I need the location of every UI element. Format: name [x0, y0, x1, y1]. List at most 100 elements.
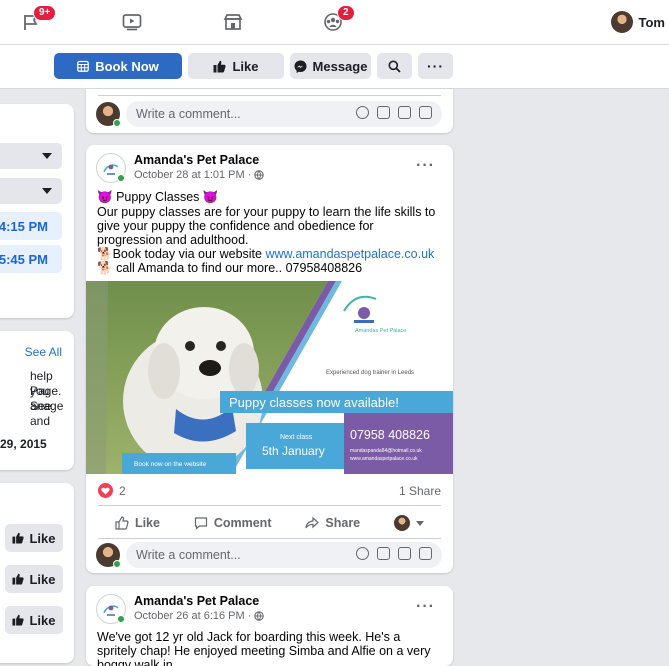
- chevron-down-icon: [42, 188, 52, 194]
- like-page-button[interactable]: Like: [5, 524, 63, 552]
- flyer-phone: 07958 408826: [350, 428, 430, 442]
- service-dropdown[interactable]: [0, 143, 62, 169]
- post-meta: October 26 at 6:16 PM ·: [134, 610, 265, 622]
- about-text-line: anage and: [30, 399, 64, 428]
- booking-sidebar-card: 4:15 PM 5:45 PM: [0, 104, 74, 318]
- post-image[interactable]: Amandas Pet Palace Experienced dog train…: [86, 281, 453, 474]
- divider: [98, 95, 441, 96]
- thumbs-up-outline-icon: [115, 516, 129, 530]
- comment-label: Comment: [213, 516, 272, 530]
- thumbs-up-icon: [12, 573, 25, 585]
- post-text: We've got 12 yr old Jack for boarding th…: [97, 630, 431, 666]
- reaction-summary[interactable]: 2: [98, 483, 126, 498]
- emoji-icon[interactable]: [356, 106, 369, 119]
- message-button[interactable]: Message: [290, 53, 371, 79]
- post-action-row: Like Comment Share: [98, 511, 441, 535]
- more-options-button[interactable]: ···: [418, 53, 453, 79]
- website-link[interactable]: www.amandaspetpalace.co.uk: [265, 247, 434, 261]
- reaction-identity-selector[interactable]: [394, 515, 425, 531]
- globe-icon: [254, 170, 265, 180]
- like-page-button[interactable]: Like: [188, 53, 284, 79]
- globe-icon: [254, 611, 265, 621]
- search-button[interactable]: [377, 53, 412, 79]
- thumbs-up-icon: [12, 614, 25, 626]
- gif-icon[interactable]: [398, 106, 411, 119]
- dog-emoji-icon: 🐕: [97, 261, 113, 275]
- page-name[interactable]: Amanda's Pet Palace: [134, 594, 264, 608]
- profile-shortcut[interactable]: Tom: [610, 11, 669, 33]
- comment-button[interactable]: Comment: [194, 516, 272, 530]
- like-page-button[interactable]: Like: [5, 565, 63, 593]
- page-logo[interactable]: [96, 594, 126, 624]
- share-label: Share: [325, 516, 361, 530]
- divider: [98, 538, 441, 539]
- about-sidebar-card: See All help you Page. See anage and 29,…: [0, 331, 74, 470]
- messenger-icon: [294, 60, 307, 73]
- book-now-button[interactable]: Book Now: [54, 53, 182, 79]
- comment-input[interactable]: Write a comment...: [126, 542, 442, 568]
- related-pages-card: Like Like Like: [0, 483, 74, 663]
- flyer-email: mandaspanda84@hotmail.co.uk: [350, 448, 422, 454]
- like-label: Like: [29, 571, 56, 587]
- post-header: Amanda's Pet Palace October 28 at 1:01 P…: [96, 153, 265, 183]
- sticker-icon[interactable]: [419, 106, 432, 119]
- post-line: call Amanda to find our more.. 079584088…: [116, 261, 363, 275]
- comment-icon: [194, 517, 207, 530]
- love-reaction-icon: [98, 483, 113, 498]
- page-logo[interactable]: [96, 153, 126, 183]
- user-avatar: [96, 543, 121, 568]
- more-dots-icon: ···: [427, 58, 444, 74]
- post-timestamp[interactable]: October 26 at 6:16 PM ·: [134, 610, 251, 622]
- page-name[interactable]: Amanda's Pet Palace: [134, 153, 264, 167]
- date-dropdown[interactable]: [0, 178, 62, 204]
- flyer-trainer-text: Experienced dog trainer in Leeds: [326, 370, 414, 376]
- time-slot-button[interactable]: 4:15 PM: [0, 212, 62, 240]
- post-card: Amanda's Pet Palace October 28 at 1:01 P…: [86, 145, 453, 573]
- book-now-label: Book Now: [95, 58, 159, 74]
- marketplace-icon[interactable]: [221, 10, 245, 34]
- sticker-icon[interactable]: [419, 547, 432, 560]
- page-action-bar: Book Now Like Message ···: [0, 45, 669, 89]
- comment-composer: Write a comment...: [96, 542, 442, 568]
- comment-placeholder: Write a comment...: [136, 107, 241, 121]
- post-header: Amanda's Pet Palace October 26 at 6:16 P…: [96, 594, 265, 624]
- watch-video-icon[interactable]: [120, 10, 144, 34]
- thumbs-up-icon: [12, 532, 25, 544]
- user-avatar: [610, 11, 633, 33]
- flyer-next-class-label: Next class: [280, 434, 313, 441]
- post-line: Book today via our website: [112, 247, 266, 261]
- thumbs-up-icon: [213, 60, 227, 72]
- post-paragraph: Our puppy classes are for your puppy to …: [97, 205, 436, 247]
- gif-icon[interactable]: [398, 547, 411, 560]
- chevron-down-icon: [416, 520, 425, 526]
- user-name: Tom: [638, 14, 665, 30]
- camera-icon[interactable]: [377, 547, 390, 560]
- user-avatar: [96, 102, 121, 127]
- notification-badge: 9+: [33, 5, 57, 21]
- like-label: Like: [29, 612, 56, 628]
- like-post-button[interactable]: Like: [115, 516, 160, 530]
- post-title-text: Puppy Classes: [116, 190, 200, 204]
- post-options-icon[interactable]: ···: [416, 598, 435, 616]
- flyer-banner-text: Puppy classes now available!: [229, 395, 399, 410]
- comment-composer: Write a comment...: [96, 101, 442, 127]
- post-timestamp[interactable]: October 28 at 1:01 PM ·: [134, 169, 251, 181]
- post-options-icon[interactable]: ···: [416, 157, 435, 175]
- emoji-icon[interactable]: [356, 547, 369, 560]
- like-label: Like: [232, 58, 259, 74]
- pages-flag-icon[interactable]: 9+: [19, 5, 57, 34]
- like-page-button[interactable]: Like: [5, 606, 63, 634]
- post-meta: October 28 at 1:01 PM ·: [134, 169, 265, 181]
- see-all-link[interactable]: See All: [25, 345, 62, 360]
- emoji-icon: 😈: [202, 190, 219, 204]
- user-avatar: [394, 515, 411, 531]
- share-count[interactable]: 1 Share: [399, 484, 441, 498]
- message-label: Message: [312, 58, 368, 74]
- previous-post-tail: Write a comment...: [86, 89, 453, 133]
- comment-input[interactable]: Write a comment...: [126, 101, 442, 127]
- camera-icon[interactable]: [377, 106, 390, 119]
- groups-icon[interactable]: 2: [321, 5, 355, 34]
- flyer-site: www.amandaspetpalace.co.uk: [350, 456, 418, 462]
- time-slot-button[interactable]: 5:45 PM: [0, 245, 62, 273]
- share-button[interactable]: Share: [305, 516, 360, 530]
